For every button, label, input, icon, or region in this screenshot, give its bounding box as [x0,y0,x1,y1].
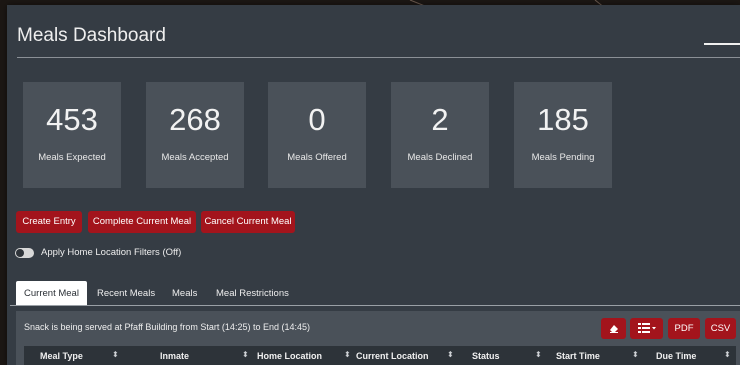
title-accent-bar [704,43,740,45]
serving-info: Snack is being served at Pfaff Building … [24,322,310,332]
sort-icon[interactable]: ⬍ [724,350,731,359]
stat-label: Meals Expected [38,152,106,163]
title-divider [17,57,740,58]
stat-card-offered: 0 Meals Offered [268,82,366,188]
pdf-export-button[interactable]: PDF [668,318,700,339]
sort-icon[interactable]: ⬍ [632,350,639,359]
column-header-current-location[interactable]: Current Location [356,351,429,361]
column-header-status[interactable]: Status [472,351,500,361]
stat-card-pending: 185 Meals Pending [514,82,612,188]
create-entry-button[interactable]: Create Entry [16,211,82,233]
toggle-knob [16,249,24,257]
table-header-row: Meal Type ⬍ Inmate ⬍ Home Location ⬍ Cur… [24,346,736,365]
column-visibility-button[interactable] [630,318,663,339]
dashboard-panel: Meals Dashboard 453 Meals Expected 268 M… [7,5,740,365]
stat-value: 185 [537,102,589,137]
stat-label: Meals Declined [407,152,473,163]
home-location-filter-toggle[interactable] [15,248,34,258]
sort-icon[interactable]: ⬍ [447,350,454,359]
stat-card-accepted: 268 Meals Accepted [146,82,244,188]
csv-export-button[interactable]: CSV [705,318,736,339]
stat-value: 453 [46,102,98,137]
tab-recent-meals[interactable]: Recent Meals [97,288,155,299]
complete-current-meal-button[interactable]: Complete Current Meal [88,211,196,233]
column-header-home-location[interactable]: Home Location [257,351,322,361]
eraser-icon [609,325,618,334]
column-header-meal-type[interactable]: Meal Type [40,351,83,361]
home-location-filter-label: Apply Home Location Filters (Off) [41,247,182,258]
page-title: Meals Dashboard [17,25,166,46]
tab-meal-restrictions[interactable]: Meal Restrictions [216,288,289,299]
cancel-current-meal-button[interactable]: Cancel Current Meal [201,211,295,233]
stat-label: Meals Offered [287,152,347,163]
stat-value: 2 [431,102,449,137]
sort-icon[interactable]: ⬍ [112,350,119,359]
sort-icon[interactable]: ⬍ [535,350,542,359]
stat-value: 268 [169,102,221,137]
sort-icon[interactable]: ⬍ [242,350,249,359]
stat-value: 0 [308,102,326,137]
tab-current-meal[interactable]: Current Meal [16,281,87,306]
clear-filters-button[interactable] [601,318,626,339]
column-header-due-time[interactable]: Due Time [656,351,696,361]
sort-icon[interactable]: ⬍ [344,350,351,359]
tab-meals[interactable]: Meals [172,288,197,299]
stat-label: Meals Accepted [161,152,229,163]
list-columns-icon [637,323,656,334]
stat-label: Meals Pending [531,152,595,163]
stat-card-expected: 453 Meals Expected [23,82,121,188]
current-meal-table-panel: Snack is being served at Pfaff Building … [16,311,740,365]
column-header-inmate[interactable]: Inmate [160,351,189,361]
tabs-divider [10,305,740,306]
column-header-start-time[interactable]: Start Time [556,351,600,361]
stat-card-declined: 2 Meals Declined [391,82,489,188]
